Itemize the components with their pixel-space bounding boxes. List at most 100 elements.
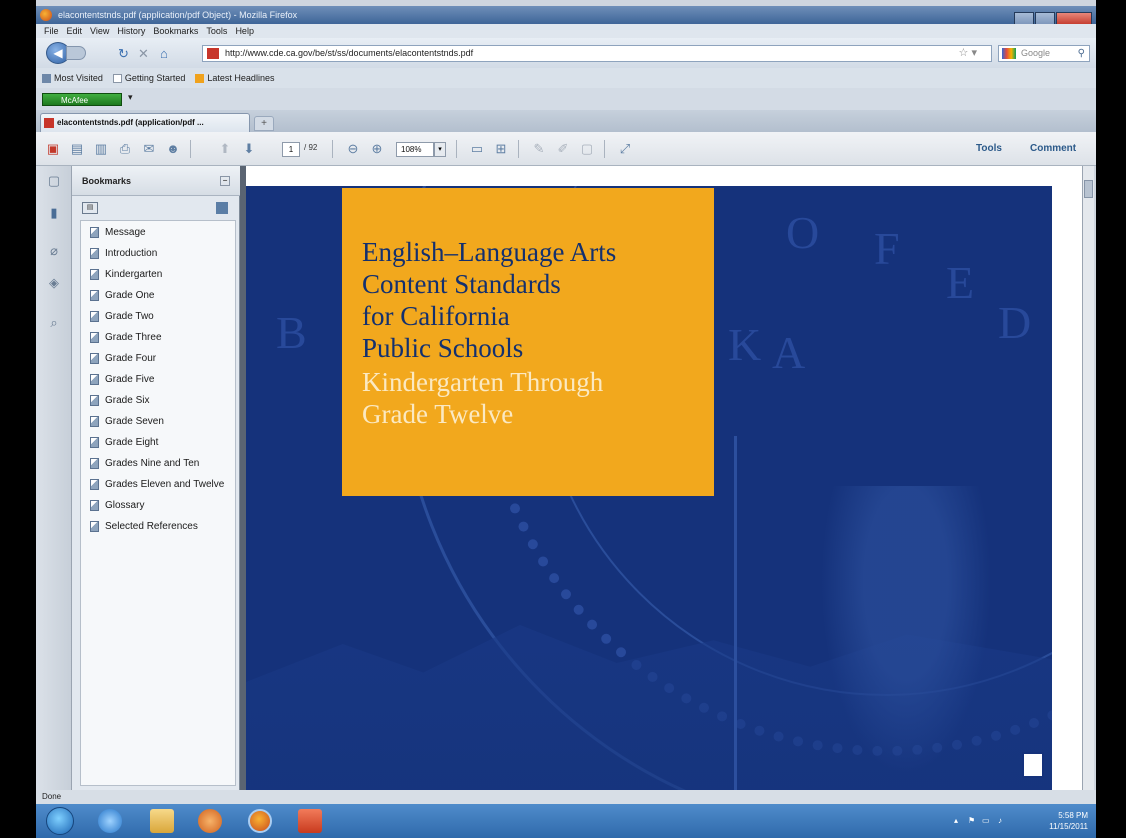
bookmark-page-icon (90, 374, 99, 385)
home-icon[interactable]: ⌂ (160, 47, 168, 60)
network-icon[interactable]: ▭ (982, 816, 990, 825)
bookmark-item-label: Grades Eleven and Twelve (105, 479, 225, 490)
fit-page-icon[interactable]: ▭ (468, 140, 486, 158)
rss-icon (195, 74, 205, 84)
bookmark-getting-started[interactable]: Getting Started (112, 68, 185, 88)
bookmark-item-grade-three[interactable]: Grade Three (81, 332, 235, 344)
bookmark-item-introduction[interactable]: Introduction (81, 248, 235, 260)
open-icon[interactable]: ▤ (68, 140, 86, 158)
sign-icon[interactable]: ▢ (578, 140, 596, 158)
collaborate-icon[interactable]: ☻ (164, 140, 182, 158)
menu-bookmarks[interactable]: Bookmarks (153, 24, 198, 38)
seal-minerva (806, 486, 1006, 790)
bookmark-item-grade-five[interactable]: Grade Five (81, 374, 235, 386)
bookmark-item-label: Selected References (105, 521, 198, 532)
media-player-icon[interactable] (198, 809, 222, 833)
vertical-scrollbar[interactable] (1082, 166, 1094, 790)
seal-letter: E (946, 257, 975, 308)
bookmark-item-message[interactable]: Message (81, 227, 235, 239)
windows-taskbar: ▴ ⚑ ▭ ♪ 5:58 PM 11/15/2011 (36, 804, 1096, 838)
flag-icon[interactable]: ⚑ (968, 816, 975, 825)
zoom-out-icon[interactable]: ⊖ (344, 140, 362, 158)
bookmark-page-icon (90, 500, 99, 511)
firefox-taskbar-icon[interactable] (248, 809, 272, 833)
save-icon[interactable]: ▥ (92, 140, 110, 158)
mcafee-button[interactable]: McAfee (42, 93, 122, 106)
toolbar-divider (456, 140, 457, 158)
bookmarks-options-bar: ▤ (72, 196, 240, 220)
page-thumbnails-icon[interactable]: ▢ (45, 172, 63, 190)
comment-button[interactable]: Comment (1030, 143, 1076, 154)
bookmark-item-selected-references[interactable]: Selected References (81, 521, 235, 533)
options-icon[interactable]: ▤ (82, 202, 98, 214)
previous-page-icon[interactable]: ⬆ (216, 140, 234, 158)
bookmark-latest-headlines[interactable]: Latest Headlines (195, 68, 274, 88)
create-pdf-icon[interactable]: ▣ (44, 140, 62, 158)
search-icon[interactable]: ⚲ (1078, 46, 1085, 61)
bookmarks-icon[interactable]: ▮ (45, 204, 63, 222)
bookmark-item-label: Message (105, 227, 146, 238)
menu-edit[interactable]: Edit (67, 24, 83, 38)
next-page-icon[interactable]: ⬇ (240, 140, 258, 158)
internet-explorer-icon[interactable] (98, 809, 122, 833)
bookmark-most-visited[interactable]: Most Visited (42, 68, 103, 88)
menu-history[interactable]: History (117, 24, 145, 38)
tray-arrow-icon[interactable]: ▴ (954, 816, 958, 825)
seal-letter: F (874, 223, 900, 274)
fullscreen-icon[interactable]: ⤢ (616, 140, 634, 158)
powerpoint-icon[interactable] (298, 809, 322, 833)
tab-pdf[interactable]: elacontentstnds.pdf (application/pdf ... (40, 113, 250, 132)
search-icon[interactable]: ⌕ (45, 314, 63, 332)
stop-icon[interactable]: ✕ (138, 47, 149, 60)
email-icon[interactable]: ✉ (140, 140, 158, 158)
fit-width-icon[interactable]: ⊞ (492, 140, 510, 158)
toolbar-divider (190, 140, 191, 158)
volume-icon[interactable]: ♪ (998, 816, 1002, 825)
start-button[interactable] (46, 807, 74, 835)
tools-button[interactable]: Tools (976, 143, 1002, 154)
menu-help[interactable]: Help (235, 24, 254, 38)
pdf-toolbar: ▣ ▤ ▥ ⎙ ✉ ☻ ⬆ ⬇ 1 / 92 ⊖ ⊕ 108% ▾ ▭ ⊞ ✎ … (36, 132, 1096, 166)
chevron-down-icon[interactable]: ▾ (128, 92, 133, 103)
bookmark-item-grades-eleven-twelve[interactable]: Grades Eleven and Twelve (81, 479, 235, 491)
menu-view[interactable]: View (90, 24, 109, 38)
chevron-down-icon[interactable]: ▾ (434, 142, 446, 157)
document-viewer[interactable]: B O F E D K A English–Language Arts Cont… (240, 166, 1094, 790)
window-titlebar: elacontentstnds.pdf (application/pdf Obj… (36, 6, 1096, 26)
doc-title-line: Public Schools (362, 333, 524, 363)
new-tab-button[interactable]: + (254, 116, 274, 131)
search-bar[interactable]: Google ⚲ (998, 45, 1090, 62)
reload-icon[interactable]: ↻ (118, 47, 129, 60)
page-number-input[interactable]: 1 (282, 142, 300, 157)
bookmark-item-kindergarten[interactable]: Kindergarten (81, 269, 235, 281)
bookmark-item-grade-six[interactable]: Grade Six (81, 395, 235, 407)
scrollbar-thumb[interactable] (1084, 180, 1093, 198)
zoom-in-icon[interactable]: ⊕ (368, 140, 386, 158)
file-explorer-icon[interactable] (150, 809, 174, 833)
comment-note-icon[interactable]: ✎ (530, 140, 548, 158)
url-bar[interactable]: http://www.cde.ca.gov/be/st/ss/documents… (202, 45, 992, 62)
bookmark-item-grade-two[interactable]: Grade Two (81, 311, 235, 323)
menu-tools[interactable]: Tools (206, 24, 227, 38)
toolbar-divider (332, 140, 333, 158)
bookmark-item-glossary[interactable]: Glossary (81, 500, 235, 512)
print-icon[interactable]: ⎙ (116, 140, 134, 158)
clock[interactable]: 5:58 PM 11/15/2011 (1049, 810, 1088, 832)
star-icon[interactable]: ☆ ▾ (959, 46, 977, 61)
new-bookmark-icon[interactable] (216, 202, 228, 214)
bookmark-item-grade-eight[interactable]: Grade Eight (81, 437, 235, 449)
zoom-input[interactable]: 108% (396, 142, 434, 157)
search-placeholder: Google (1021, 48, 1051, 58)
menu-file[interactable]: File (44, 24, 59, 38)
forward-button[interactable] (66, 46, 86, 60)
collapse-icon[interactable]: − (220, 176, 230, 186)
attachments-icon[interactable]: ⌀ (45, 242, 63, 260)
bookmark-page-icon (90, 479, 99, 490)
bookmark-item-grade-seven[interactable]: Grade Seven (81, 416, 235, 428)
layers-icon[interactable]: ◈ (45, 274, 63, 292)
bookmark-item-grade-four[interactable]: Grade Four (81, 353, 235, 365)
clock-time: 5:58 PM (1058, 811, 1088, 820)
highlight-icon[interactable]: ✐ (554, 140, 572, 158)
bookmark-item-grade-one[interactable]: Grade One (81, 290, 235, 302)
bookmark-item-grades-nine-ten[interactable]: Grades Nine and Ten (81, 458, 235, 470)
